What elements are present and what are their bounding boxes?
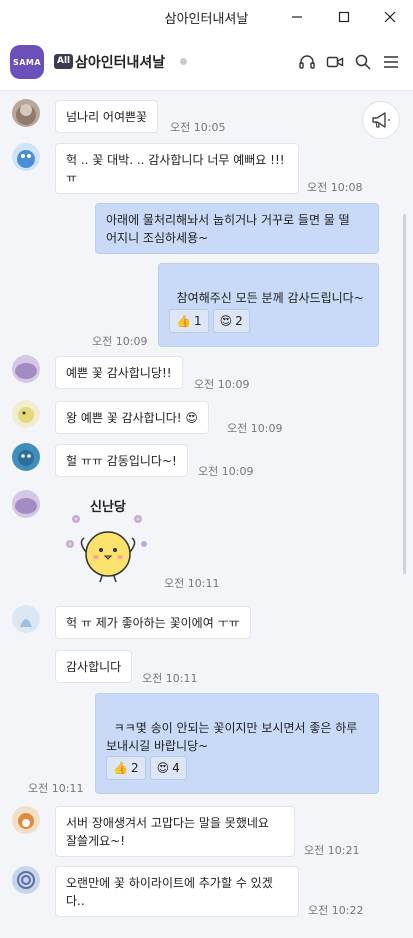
reaction-heart-eyes[interactable]: 😍 4	[149, 756, 187, 780]
maximize-icon[interactable]	[335, 8, 353, 26]
message-time: 오전 10:09	[227, 422, 283, 435]
message-bubble[interactable]: 아래에 물처리해놔서 눕히거나 거꾸로 들면 물 떨 어지니 조심하세용~	[95, 203, 379, 254]
message-bubble[interactable]: 헉 ㅠ 제가 좋아하는 꽃이에여 ㅜㅠ	[55, 606, 251, 639]
message-time: 오전 10:05	[170, 121, 226, 134]
avatar[interactable]	[12, 866, 40, 894]
message-bubble[interactable]: 예쁜 꽃 감사합니당!!	[55, 356, 183, 389]
chick-sticker[interactable]: 신난당	[58, 494, 158, 584]
message-bubble[interactable]: 오랜만에 꽃 하이라이트에 추가할 수 있겠 다..	[55, 866, 299, 917]
avatar[interactable]	[12, 806, 40, 834]
message-time: 오전 10:11	[142, 672, 198, 685]
message-time: 오전 10:11	[164, 577, 220, 590]
reaction-bar: 👍 2 😍 4	[106, 756, 187, 780]
megaphone-icon[interactable]	[362, 101, 400, 139]
message-bubble[interactable]: 헐 ㅠㅠ 감동입니다~!	[55, 444, 188, 477]
all-badge: All	[54, 54, 74, 69]
avatar[interactable]	[12, 143, 40, 171]
search-icon[interactable]	[353, 52, 373, 72]
video-icon[interactable]	[325, 52, 345, 72]
message-time: 오전 10:08	[307, 181, 363, 194]
reaction-thumbs-up[interactable]: 👍 2	[106, 756, 146, 780]
room-avatar[interactable]: SAMA	[10, 45, 44, 79]
avatar[interactable]	[12, 400, 40, 428]
message-time: 오전 10:22	[308, 904, 364, 917]
avatar[interactable]	[12, 605, 40, 633]
thumbs-up-icon: 👍	[113, 761, 128, 775]
window-titlebar: 삼아인터내셔날	[0, 0, 413, 33]
message-text: ㅋㅋ몇 송이 안되는 꽃이지만 보시면서 좋은 하루 보내시길 바랍니당~	[106, 721, 358, 753]
minimize-icon[interactable]	[288, 8, 306, 26]
message-bubble[interactable]: 서버 장애생겨서 고맙다는 말을 못했네요 잘쓸게요~!	[55, 806, 295, 857]
room-name[interactable]: 삼아인터내셔날	[75, 52, 165, 72]
reaction-bar: 👍 1 😍 2	[169, 309, 250, 333]
heart-eyes-icon: 😍	[219, 314, 233, 328]
avatar[interactable]	[12, 443, 40, 471]
avatar[interactable]	[12, 490, 40, 518]
message-time: 오전 10:09	[194, 378, 250, 391]
message-time: 오전 10:11	[28, 782, 84, 795]
close-icon[interactable]	[381, 8, 399, 26]
menu-icon[interactable]	[381, 52, 401, 72]
avatar[interactable]	[12, 99, 40, 127]
heart-eyes-icon: 😍	[156, 761, 170, 775]
reaction-thumbs-up[interactable]: 👍 1	[169, 309, 209, 333]
message-text: 참여해주신 모든 분께 감사드립니다~	[176, 291, 364, 305]
thumbs-up-icon: 👍	[176, 314, 191, 328]
status-dot	[180, 58, 187, 65]
message-time: 오전 10:09	[198, 465, 254, 478]
scrollbar[interactable]	[403, 214, 406, 574]
message-bubble[interactable]: 참여해주신 모든 분께 감사드립니다~	[158, 263, 379, 347]
message-bubble[interactable]: 넘나리 어여쁜꽃	[55, 100, 159, 133]
chat-header: SAMA All 삼아인터내셔날	[0, 33, 413, 91]
avatar[interactable]	[12, 355, 40, 383]
headset-icon[interactable]	[297, 52, 317, 72]
message-time: 오전 10:09	[92, 335, 148, 348]
reaction-heart-eyes[interactable]: 😍 2	[212, 309, 250, 333]
message-bubble[interactable]: 헉 .. 꽃 대박. .. 감사합니다 너무 예뻐요 !!! ㅠ	[55, 143, 299, 194]
message-bubble[interactable]: 감사합니다	[55, 650, 133, 683]
message-time: 오전 10:21	[304, 844, 360, 857]
message-bubble[interactable]: 왕 예쁜 꽃 감사합니다! 😍	[55, 401, 209, 434]
